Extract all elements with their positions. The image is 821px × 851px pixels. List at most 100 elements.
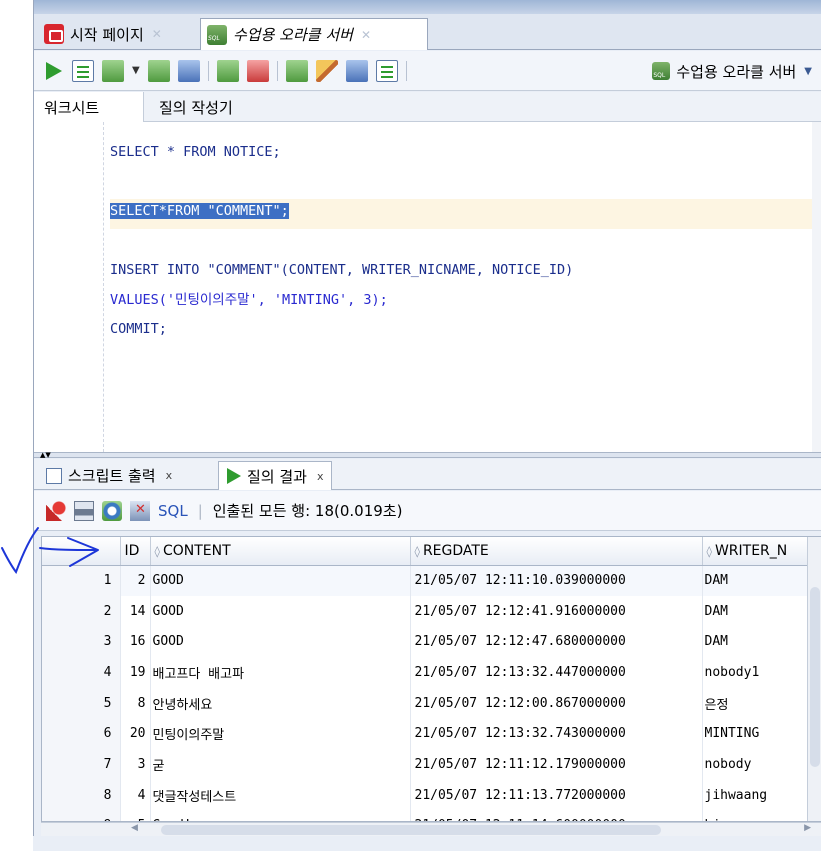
cell-id[interactable]: 2 xyxy=(120,565,151,596)
row-number[interactable]: 7 xyxy=(42,749,121,780)
row-number[interactable]: 2 xyxy=(42,595,121,627)
cell-writer[interactable]: DAM xyxy=(702,565,813,596)
table-row[interactable]: 95Good!21/05/07 12:11:14.600000000hj xyxy=(42,810,813,821)
result-toolbar: SQL | 인출된 모든 행: 18(0.019초) xyxy=(34,491,821,531)
sql-button[interactable]: SQL xyxy=(158,502,188,520)
table-row[interactable]: 1 2 GOOD 21/05/07 12:11:10.039000000 DAM xyxy=(42,565,813,596)
cell-id[interactable]: 16 xyxy=(120,626,151,658)
unshared-sql-icon[interactable] xyxy=(285,59,308,82)
grid-horizontal-scrollbar[interactable]: ◀ ▶ xyxy=(41,822,821,836)
cell-writer[interactable]: jihwaang xyxy=(702,779,813,811)
run-statement-icon[interactable] xyxy=(46,61,62,80)
tab-label: 질의 결과 xyxy=(247,467,307,486)
cell-content[interactable]: 안녕하세요 xyxy=(150,687,411,719)
close-icon[interactable]: ✕ xyxy=(361,28,371,42)
table-row[interactable]: 2 14 GOOD 21/05/07 12:12:41.916000000 DAM xyxy=(42,595,813,627)
cell-regdate[interactable]: 21/05/07 12:12:00.867000000 xyxy=(410,687,703,719)
row-number[interactable]: 3 xyxy=(42,626,121,658)
cell-id[interactable]: 14 xyxy=(120,595,151,627)
table-row[interactable]: 6 20 민팅이의주말 21/05/07 12:13:32.743000000 MINT… xyxy=(42,718,813,750)
pin-icon[interactable] xyxy=(46,500,66,521)
scroll-thumb[interactable] xyxy=(810,587,820,767)
row-number[interactable]: 8 xyxy=(42,779,121,811)
cell-regdate[interactable]: 21/05/07 12:11:12.179000000 xyxy=(410,749,703,780)
cell-content[interactable]: 민팅이의주말 xyxy=(150,718,411,750)
cell-regdate[interactable]: 21/05/07 12:11:13.772000000 xyxy=(410,779,703,811)
cell-regdate[interactable]: 21/05/07 12:13:32.743000000 xyxy=(410,718,703,750)
sql-editor[interactable]: SELECT * FROM NOTICE; SELECT*FROM "COMME… xyxy=(34,122,821,452)
result-grid[interactable]: ID ◊ CONTENT ◊ REGDATE ◊ WRITER_N 1 2 GOOD 21/… xyxy=(41,536,821,822)
sql-tuning-icon[interactable] xyxy=(177,59,200,82)
scroll-right-icon[interactable]: ▶ xyxy=(804,823,811,833)
panel-splitter[interactable]: ▲▼ xyxy=(34,451,821,459)
close-icon[interactable]: ✕ xyxy=(152,27,162,41)
run-script-icon[interactable] xyxy=(72,59,94,82)
cell-regdate[interactable]: 21/05/07 12:11:14.600000000 xyxy=(410,810,703,821)
format-icon[interactable] xyxy=(375,59,398,82)
cell-content[interactable]: 배고프다 배고파 xyxy=(150,657,411,688)
tab-start-page[interactable]: 시작 페이지 ✕ xyxy=(38,18,198,50)
column-header-regdate[interactable]: ◊ REGDATE xyxy=(410,537,703,566)
refresh-icon[interactable] xyxy=(102,500,122,521)
cell-regdate[interactable]: 21/05/07 12:12:41.916000000 xyxy=(410,595,703,627)
cell-id[interactable]: 19 xyxy=(120,657,151,688)
cell-writer[interactable]: DAM xyxy=(702,595,813,627)
delete-icon[interactable] xyxy=(130,500,150,521)
column-header-id[interactable]: ID xyxy=(120,537,151,566)
cell-id[interactable]: 3 xyxy=(120,749,151,780)
clear-icon[interactable] xyxy=(315,59,338,82)
cell-content[interactable]: Good! xyxy=(150,810,411,821)
cell-content[interactable]: 댓글작성테스트 xyxy=(150,779,411,811)
scroll-left-icon[interactable]: ◀ xyxy=(131,823,138,833)
history-icon[interactable] xyxy=(345,59,368,82)
cell-content[interactable]: GOOD xyxy=(150,626,411,658)
row-number[interactable]: 6 xyxy=(42,718,121,750)
code-line: INSERT INTO "COMMENT"(CONTENT, WRITER_NI… xyxy=(110,258,812,288)
table-row[interactable]: 3 16 GOOD 21/05/07 12:12:47.680000000 DAM xyxy=(42,626,813,658)
row-number[interactable]: 1 xyxy=(42,565,121,596)
table-row[interactable]: 7 3 굳 21/05/07 12:11:12.179000000 nobody xyxy=(42,749,813,780)
cell-writer[interactable]: hj xyxy=(702,810,813,821)
table-row[interactable]: 5 8 안녕하세요 21/05/07 12:12:00.867000000 은정 xyxy=(42,687,813,719)
tab-worksheet-connection[interactable]: 수업용 오라클 서버 ✕ xyxy=(200,18,428,50)
cell-id[interactable]: 8 xyxy=(120,687,151,719)
cell-regdate[interactable]: 21/05/07 12:11:10.039000000 xyxy=(410,565,703,596)
tab-query-builder[interactable]: 질의 작성기 xyxy=(149,92,243,122)
cell-regdate[interactable]: 21/05/07 12:13:32.447000000 xyxy=(410,657,703,688)
commit-icon[interactable] xyxy=(216,59,239,82)
cell-id[interactable]: 5 xyxy=(120,810,151,821)
table-row[interactable]: 4 19 배고프다 배고파 21/05/07 12:13:32.447000000 no… xyxy=(42,657,813,688)
autotrace-icon[interactable] xyxy=(102,59,124,82)
cell-id[interactable]: 20 xyxy=(120,718,151,750)
cell-id[interactable]: 4 xyxy=(120,779,151,811)
explain-plan-icon[interactable] xyxy=(147,59,170,82)
cell-content[interactable]: GOOD xyxy=(150,565,411,596)
cell-writer[interactable]: nobody1 xyxy=(702,657,813,688)
table-row[interactable]: 8 4 댓글작성테스트 21/05/07 12:11:13.772000000 jihw… xyxy=(42,779,813,811)
scroll-thumb[interactable] xyxy=(161,825,661,835)
cell-regdate[interactable]: 21/05/07 12:12:47.680000000 xyxy=(410,626,703,658)
row-number[interactable]: 4 xyxy=(42,657,121,688)
chevron-down-icon[interactable]: ▼ xyxy=(132,65,140,76)
grid-vertical-scrollbar[interactable] xyxy=(807,537,821,821)
cell-content[interactable]: GOOD xyxy=(150,595,411,627)
tab-script-output[interactable]: 스크립트 출력 x xyxy=(38,461,180,490)
cell-content[interactable]: 굳 xyxy=(150,749,411,780)
cell-writer[interactable]: DAM xyxy=(702,626,813,658)
close-icon[interactable]: x xyxy=(317,470,324,483)
cell-writer[interactable]: 은정 xyxy=(702,687,813,719)
rollback-icon[interactable] xyxy=(246,59,269,82)
column-header-writer[interactable]: ◊ WRITER_N xyxy=(702,537,813,566)
collapse-arrows-icon[interactable]: ▲▼ xyxy=(40,451,51,459)
print-icon[interactable] xyxy=(74,500,94,521)
column-header-content[interactable]: ◊ CONTENT xyxy=(150,537,411,566)
close-icon[interactable]: x xyxy=(166,469,173,482)
tab-worksheet[interactable]: 워크시트 xyxy=(34,92,144,122)
connection-select[interactable]: 수업용 오라클 서버 ▼ xyxy=(652,58,812,84)
tab-query-result[interactable]: 질의 결과 x xyxy=(218,461,333,490)
row-number[interactable]: 9 xyxy=(42,810,121,821)
code-area[interactable]: SELECT * FROM NOTICE; SELECT*FROM "COMME… xyxy=(110,140,812,347)
cell-writer[interactable]: nobody xyxy=(702,749,813,780)
row-number[interactable]: 5 xyxy=(42,687,121,719)
cell-writer[interactable]: MINTING xyxy=(702,718,813,750)
